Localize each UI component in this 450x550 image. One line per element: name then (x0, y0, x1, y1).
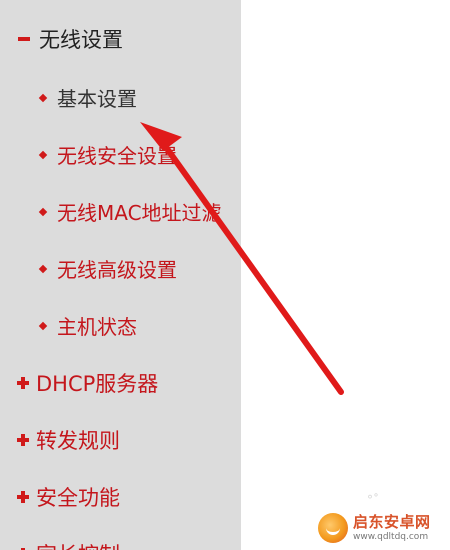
nav-group-label: DHCP服务器 (36, 372, 159, 396)
faint-watermark-glyph: °˚ (367, 493, 379, 507)
smile-logo-icon (318, 513, 348, 543)
bullet-icon (38, 150, 48, 159)
content-area (241, 0, 450, 550)
nav-group-label: 家长控制 (36, 539, 120, 550)
nav-item-mac-filter[interactable]: 无线MAC地址过滤 (38, 197, 222, 226)
plus-icon (17, 434, 29, 446)
nav-group-label: 安全功能 (36, 486, 120, 510)
bullet-icon (38, 264, 48, 273)
nav-item-label: 无线MAC地址过滤 (57, 201, 222, 225)
nav-item-basic-settings[interactable]: 基本设置 (38, 83, 137, 112)
sidebar-nav: 无线设置 基本设置 无线安全设置 无线MAC地址过滤 无线高级设置 主机状态 D… (0, 0, 241, 550)
bullet-icon (38, 321, 48, 330)
site-watermark: 启东安卓网 www.qdltdq.com (318, 510, 446, 546)
nav-item-wireless-security[interactable]: 无线安全设置 (38, 140, 177, 169)
nav-group-label: 转发规则 (36, 429, 120, 453)
nav-item-label: 基本设置 (57, 87, 137, 111)
nav-group-wireless-settings[interactable]: 无线设置 (16, 24, 123, 54)
plus-icon (17, 377, 29, 389)
nav-item-label: 无线高级设置 (57, 258, 177, 282)
nav-group-parental-control[interactable]: 家长控制 (16, 539, 120, 550)
nav-group-dhcp-server[interactable]: DHCP服务器 (16, 368, 158, 398)
nav-item-host-status[interactable]: 主机状态 (38, 311, 137, 340)
bullet-icon (38, 93, 48, 102)
nav-item-label: 无线安全设置 (57, 144, 177, 168)
watermark-url: www.qdltdq.com (353, 531, 429, 542)
bullet-icon (38, 207, 48, 216)
minus-icon (18, 37, 30, 41)
plus-icon (17, 491, 29, 503)
nav-group-label: 无线设置 (39, 28, 123, 52)
nav-item-label: 主机状态 (57, 315, 137, 339)
nav-group-security-functions[interactable]: 安全功能 (16, 482, 120, 512)
watermark-name: 启东安卓网 (353, 512, 431, 531)
nav-item-wireless-advanced[interactable]: 无线高级设置 (38, 254, 177, 283)
nav-group-forwarding-rules[interactable]: 转发规则 (16, 425, 120, 455)
